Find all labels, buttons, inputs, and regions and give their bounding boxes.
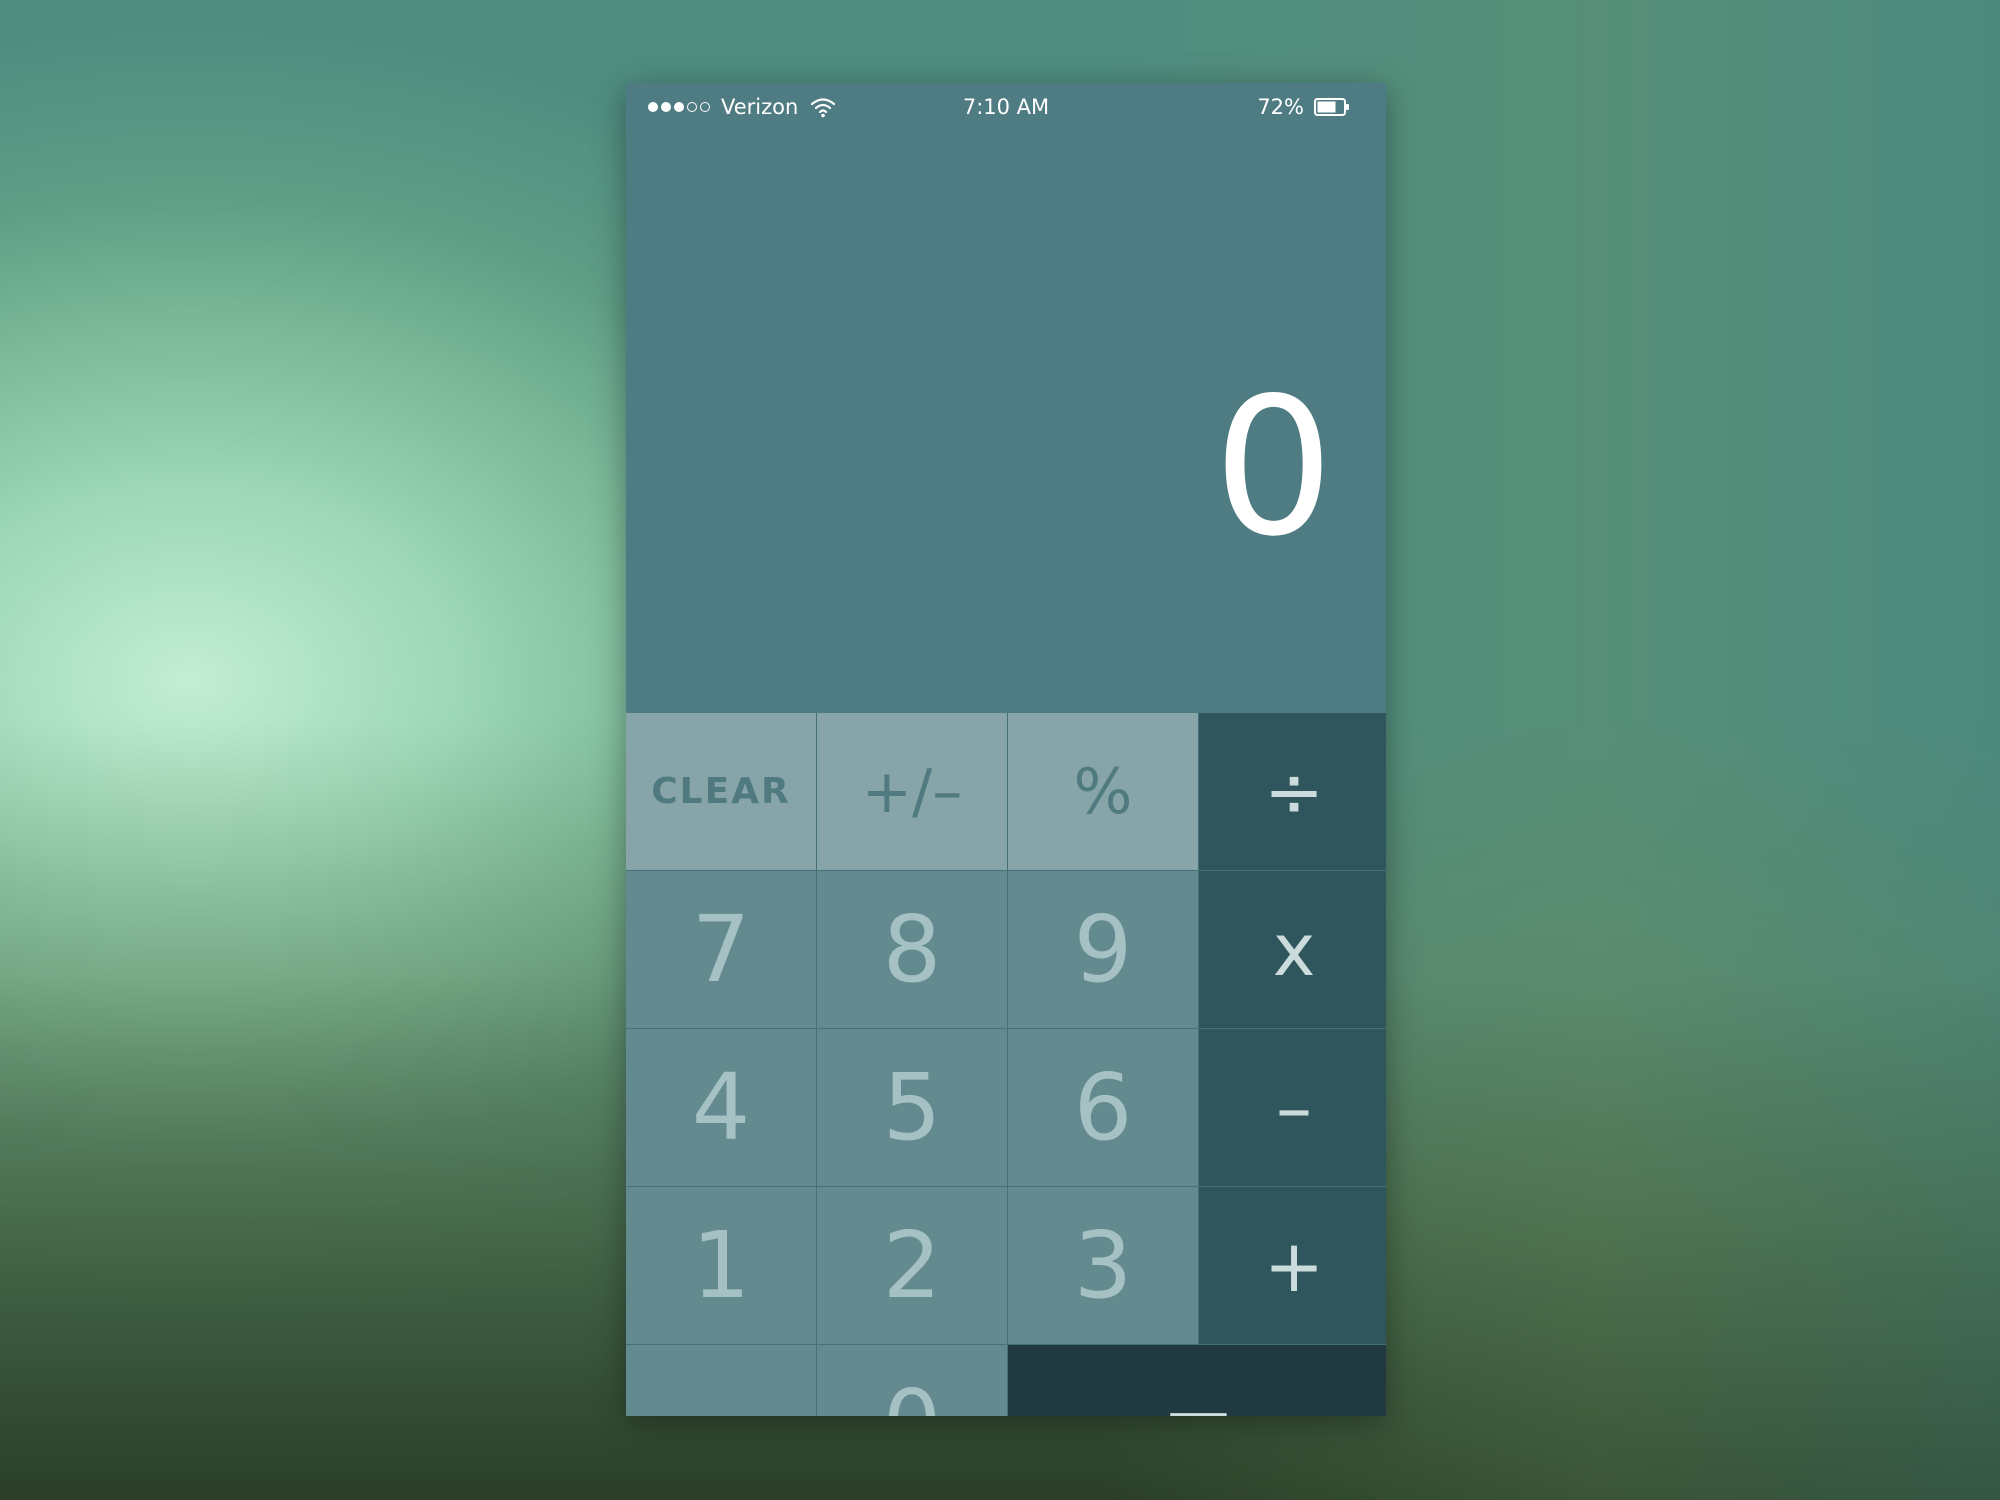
equals-button[interactable]: =	[1008, 1345, 1386, 1416]
percent-button[interactable]: %	[1008, 713, 1198, 870]
digit-2-button[interactable]: 2	[817, 1187, 1007, 1344]
digit-7-button[interactable]: 7	[626, 871, 816, 1028]
battery-icon	[1314, 98, 1349, 116]
plus-minus-button[interactable]: +/–	[817, 713, 1007, 870]
status-right: 72%	[1257, 95, 1350, 119]
digit-3-button[interactable]: 3	[1008, 1187, 1198, 1344]
keypad: CLEAR +/– % ÷ 7 8 9 x 4 5 6 – 1 2 3 + · …	[626, 713, 1386, 1416]
digit-1-button[interactable]: 1	[626, 1187, 816, 1344]
digit-5-button[interactable]: 5	[817, 1029, 1007, 1186]
digit-8-button[interactable]: 8	[817, 871, 1007, 1028]
calculator-display: 0	[626, 133, 1386, 713]
display-value: 0	[1213, 357, 1334, 578]
clear-button[interactable]: CLEAR	[626, 713, 816, 870]
minus-button[interactable]: –	[1199, 1029, 1386, 1186]
divide-button[interactable]: ÷	[1199, 713, 1386, 870]
digit-9-button[interactable]: 9	[1008, 871, 1198, 1028]
battery-percent: 72%	[1257, 95, 1304, 119]
multiply-button[interactable]: x	[1199, 871, 1386, 1028]
calculator-app: Verizon 7:10 AM 72% 0 CLEAR +/– % ÷ 7 8	[626, 83, 1386, 1416]
decimal-button[interactable]: ·	[626, 1345, 816, 1416]
status-bar: Verizon 7:10 AM 72%	[626, 83, 1386, 133]
digit-4-button[interactable]: 4	[626, 1029, 816, 1186]
digit-6-button[interactable]: 6	[1008, 1029, 1198, 1186]
digit-0-button[interactable]: 0	[817, 1345, 1007, 1416]
plus-button[interactable]: +	[1199, 1187, 1386, 1344]
